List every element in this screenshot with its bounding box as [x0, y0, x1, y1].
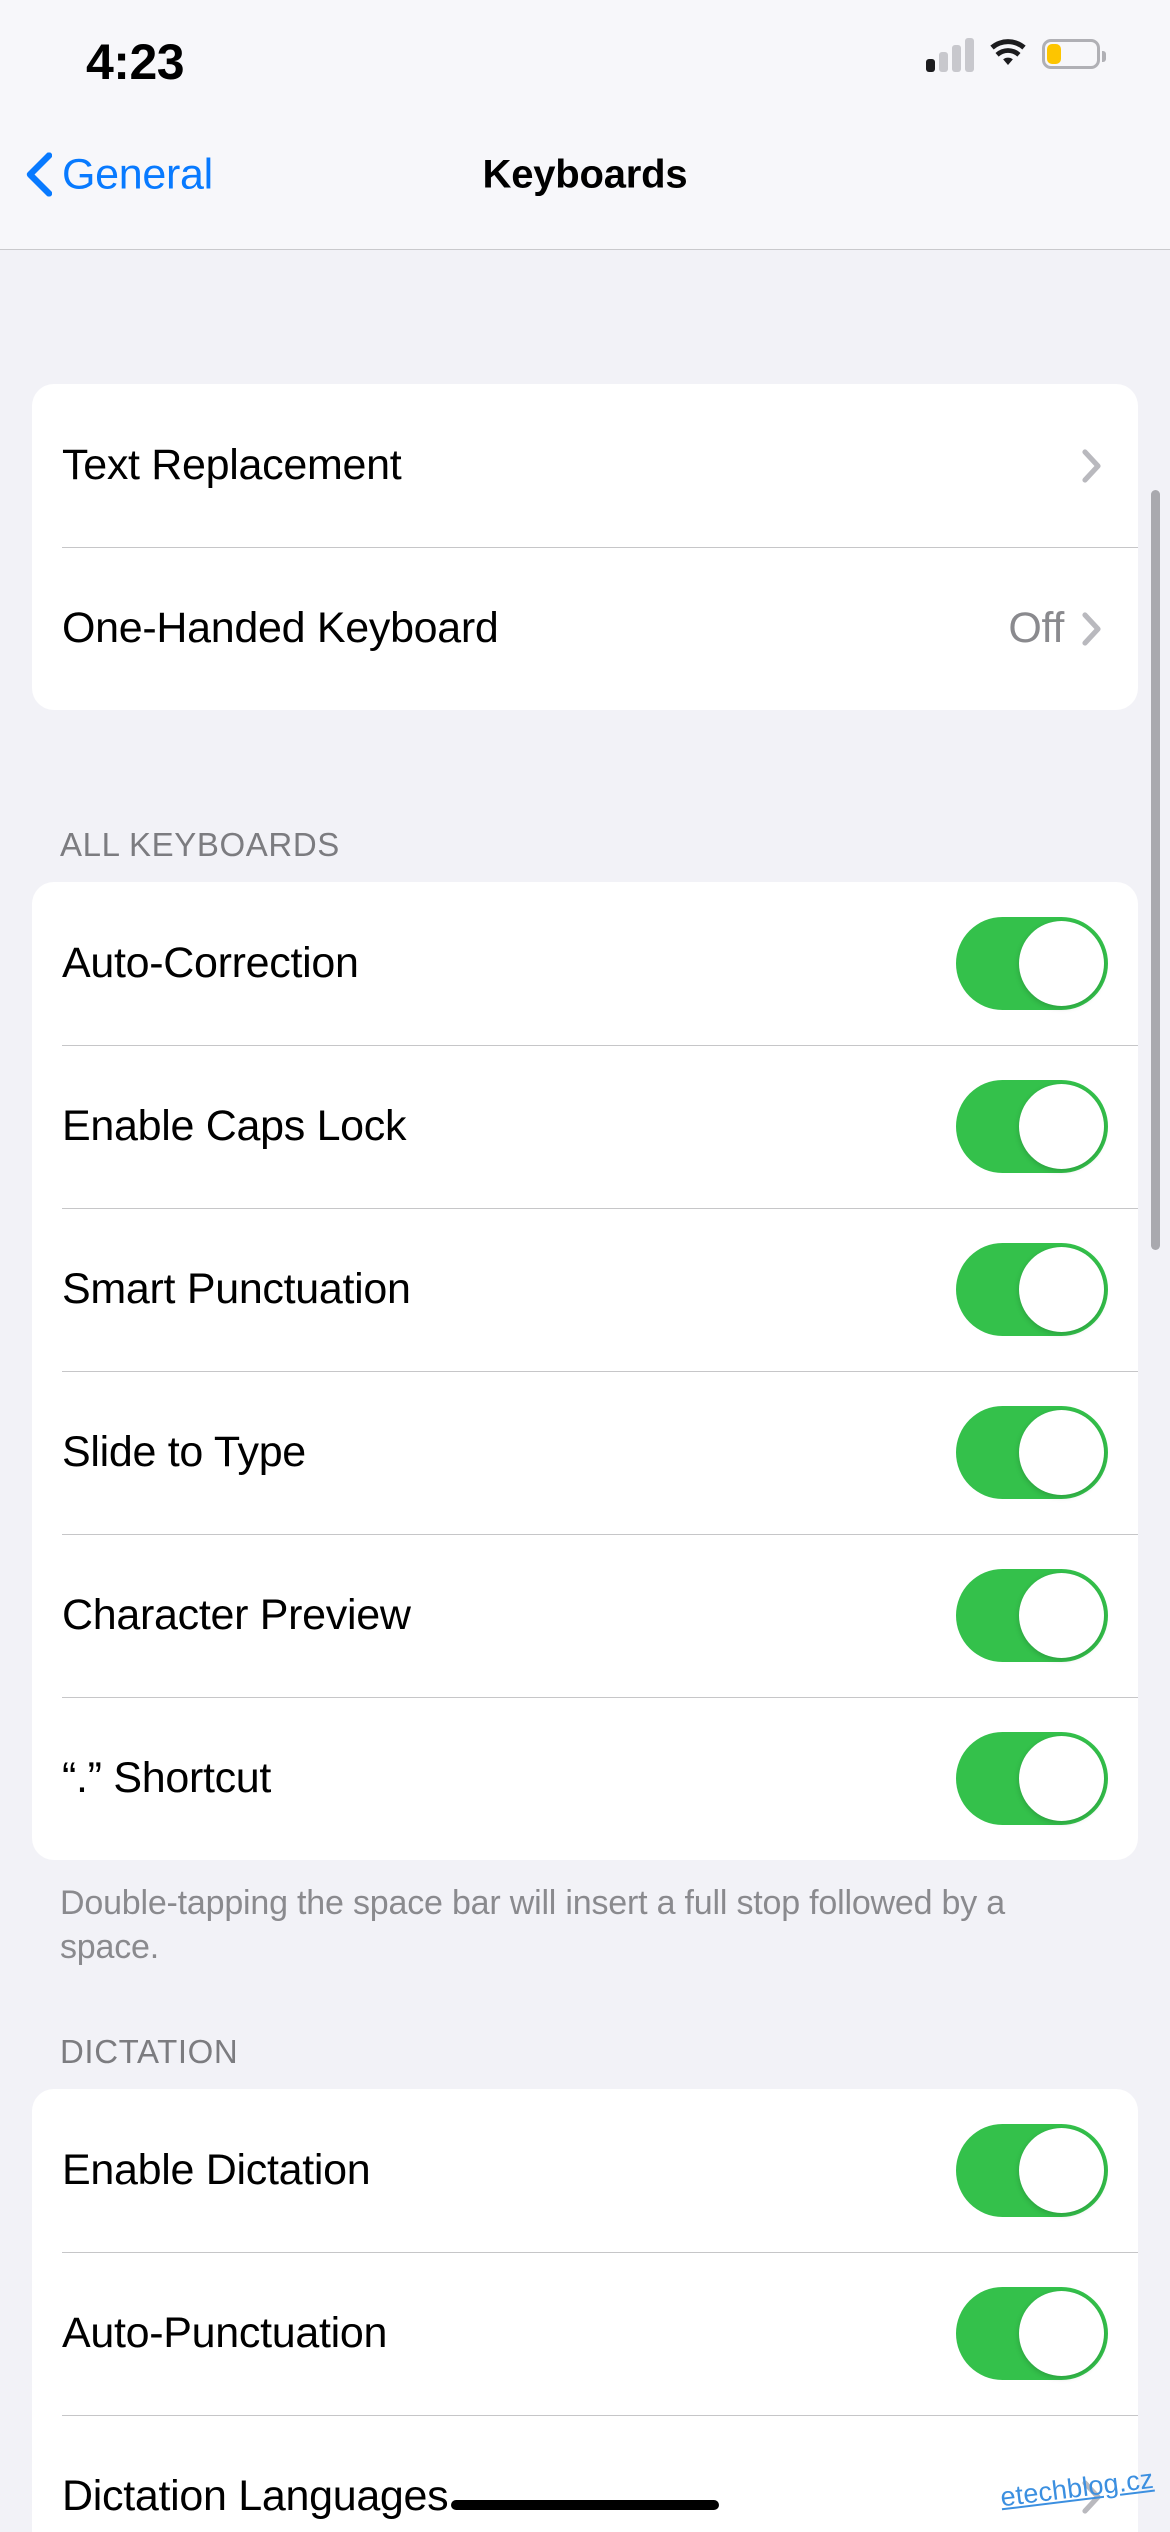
toggle-enable-dictation[interactable] — [956, 2124, 1108, 2218]
vertical-scrollbar[interactable] — [1151, 490, 1160, 1250]
row-auto-punctuation[interactable]: Auto-Punctuation — [32, 2252, 1138, 2415]
row-slide-to-type[interactable]: Slide to Type — [32, 1371, 1138, 1534]
row-text-replacement[interactable]: Text Replacement — [32, 384, 1138, 547]
status-bar-time: 4:23 — [86, 34, 185, 90]
group-dictation: Enable Dictation Auto-Punctuation Dictat… — [32, 2089, 1138, 2532]
battery-icon — [1042, 39, 1106, 69]
row-period-shortcut[interactable]: “.” Shortcut — [32, 1697, 1138, 1860]
row-one-handed-keyboard[interactable]: One-Handed Keyboard Off — [32, 547, 1138, 710]
page-title: Keyboards — [482, 152, 688, 196]
status-bar-indicators — [926, 36, 1106, 72]
row-label: Slide to Type — [62, 1428, 306, 1476]
group-all-keyboards: Auto-Correction Enable Caps Lock Smart P… — [32, 882, 1138, 1860]
row-label: Enable Caps Lock — [62, 1102, 407, 1150]
row-label: “.” Shortcut — [62, 1754, 272, 1802]
section-header-dictation: DICTATION — [60, 2033, 239, 2071]
row-label: Text Replacement — [62, 441, 402, 489]
chevron-right-icon — [1082, 611, 1101, 646]
row-label: Dictation Languages — [62, 2472, 449, 2521]
row-label: Auto-Punctuation — [62, 2309, 388, 2358]
wifi-icon — [990, 39, 1026, 65]
chevron-right-icon — [1082, 448, 1101, 483]
row-smart-punctuation[interactable]: Smart Punctuation — [32, 1208, 1138, 1371]
toggle-enable-caps-lock[interactable] — [956, 1080, 1108, 1173]
toggle-auto-punctuation[interactable] — [956, 2287, 1108, 2381]
toggle-slide-to-type[interactable] — [956, 1406, 1108, 1499]
row-label: One-Handed Keyboard — [62, 604, 499, 652]
row-label: Auto-Correction — [62, 939, 359, 987]
row-auto-correction[interactable]: Auto-Correction — [32, 882, 1138, 1045]
row-enable-caps-lock[interactable]: Enable Caps Lock — [32, 1045, 1138, 1208]
cellular-signal-icon — [926, 36, 974, 72]
toggle-character-preview[interactable] — [956, 1569, 1108, 1662]
status-bar: 4:23 — [0, 0, 1170, 100]
navigation-bar: General Keyboards — [0, 100, 1170, 250]
row-character-preview[interactable]: Character Preview — [32, 1534, 1138, 1697]
toggle-smart-punctuation[interactable] — [956, 1243, 1108, 1336]
row-label: Enable Dictation — [62, 2146, 371, 2195]
row-value: Off — [1008, 604, 1064, 652]
settings-scroll-view[interactable]: Text Replacement One-Handed Keyboard Off… — [0, 250, 1170, 2532]
row-dictation-languages[interactable]: Dictation Languages — [32, 2415, 1138, 2532]
group-keyboard-options: Text Replacement One-Handed Keyboard Off — [32, 384, 1138, 710]
footer-all-keyboards: Double-tapping the space bar will insert… — [60, 1884, 1006, 1966]
toggle-auto-correction[interactable] — [956, 917, 1108, 1010]
home-indicator — [451, 2500, 719, 2510]
toggle-period-shortcut[interactable] — [956, 1732, 1108, 1825]
row-label: Character Preview — [62, 1591, 411, 1639]
section-header-all-keyboards: ALL KEYBOARDS — [60, 826, 340, 863]
row-enable-dictation[interactable]: Enable Dictation — [32, 2089, 1138, 2252]
row-label: Smart Punctuation — [62, 1265, 411, 1313]
